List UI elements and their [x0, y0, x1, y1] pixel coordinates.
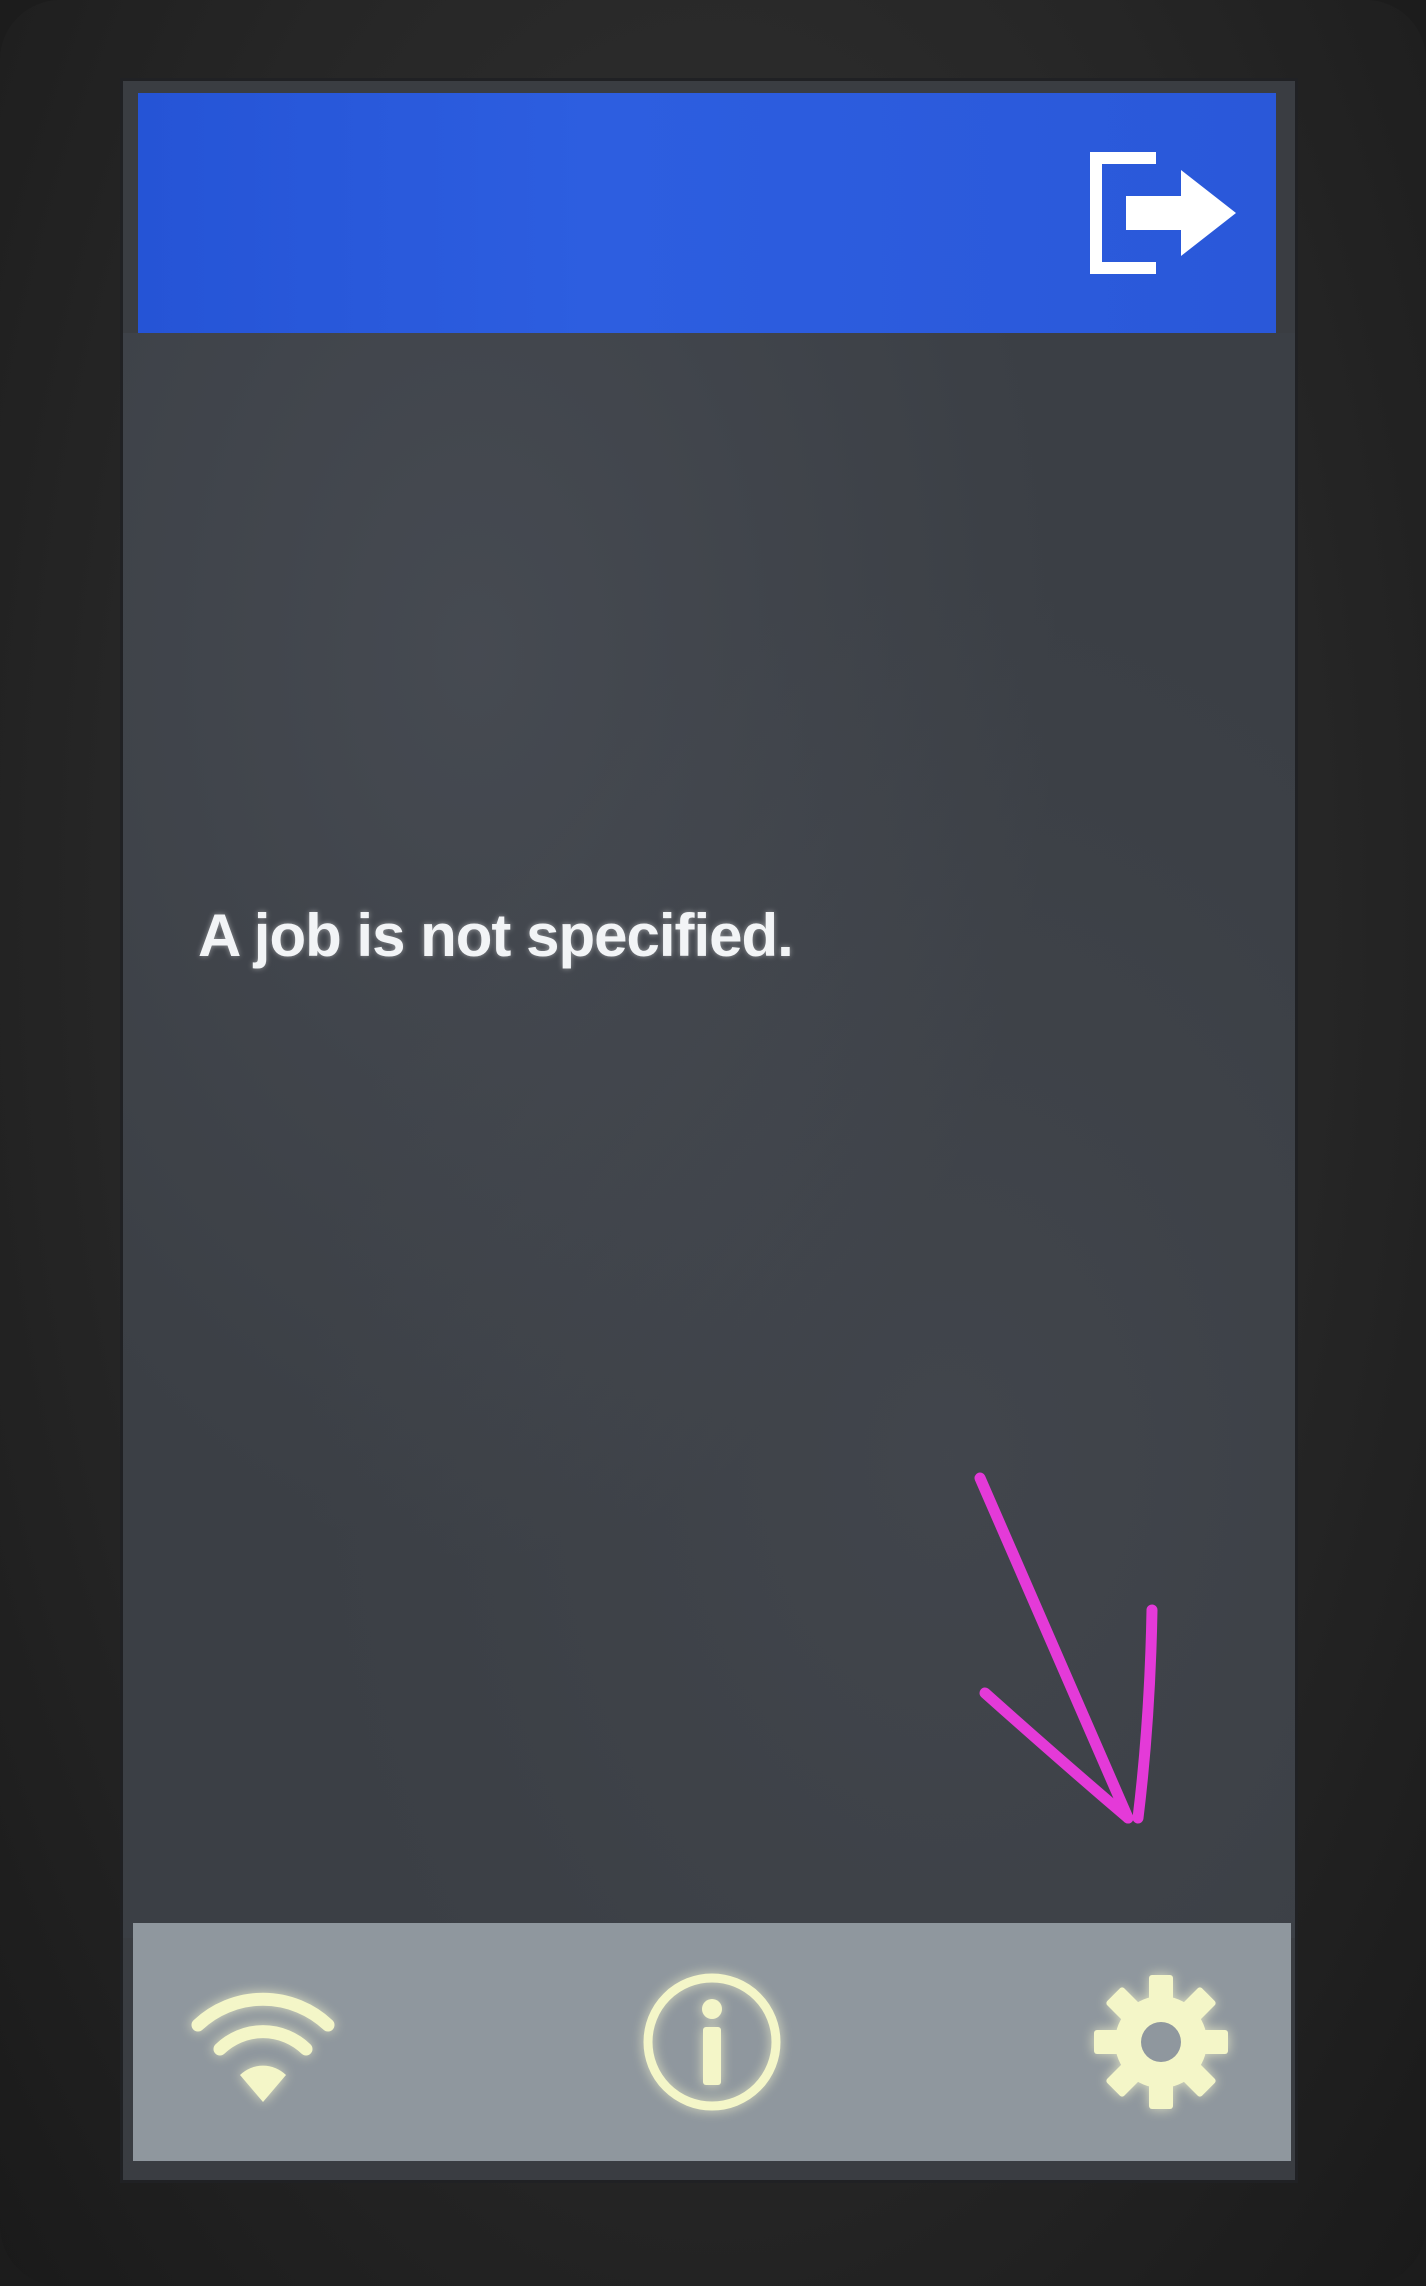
device-bezel: A job is not specified.: [0, 0, 1426, 2286]
settings-button[interactable]: [1071, 1952, 1251, 2132]
info-icon: [643, 1973, 781, 2111]
footer-bar: [133, 1923, 1291, 2161]
status-message: A job is not specified.: [198, 902, 794, 969]
gear-icon: [1094, 1975, 1228, 2109]
touch-screen: A job is not specified.: [120, 78, 1298, 2183]
wifi-icon: [191, 1992, 335, 2102]
info-button[interactable]: [622, 1952, 802, 2132]
wifi-button[interactable]: [173, 1952, 353, 2132]
header-bar: [138, 93, 1276, 333]
exit-button[interactable]: [1086, 148, 1246, 278]
logout-icon: [1090, 152, 1236, 274]
main-content: [123, 333, 1295, 1938]
